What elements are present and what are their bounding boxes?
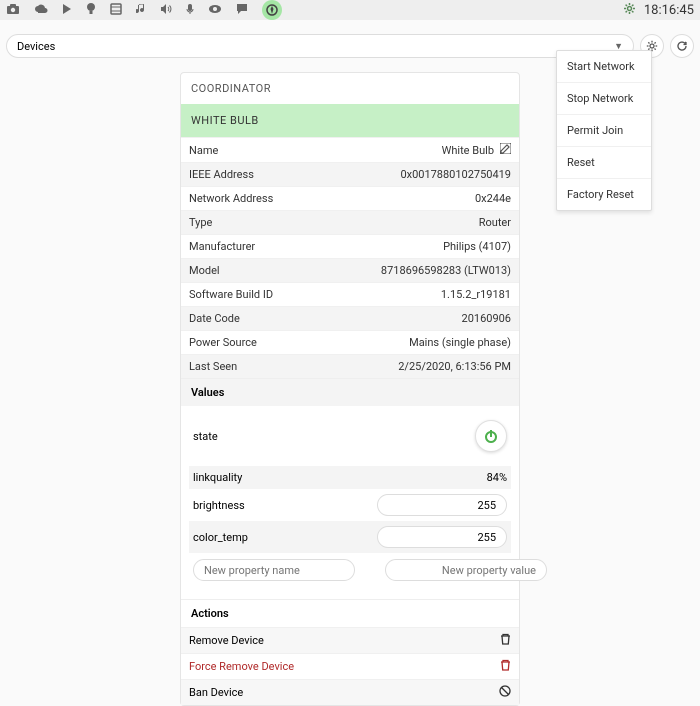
mic-icon[interactable] (186, 3, 194, 18)
prop-value: 8718696598283 (LTW013) (381, 264, 511, 277)
system-topbar: 18:16:45 (0, 0, 700, 20)
dropdown-start-network[interactable]: Start Network (557, 51, 651, 83)
brightness-input[interactable] (377, 494, 507, 516)
tray-icons (6, 0, 282, 20)
prop-label: Power Source (189, 336, 257, 349)
prop-label: Last Seen (189, 360, 237, 373)
new-property-name-input[interactable] (193, 559, 355, 581)
power-toggle[interactable] (475, 420, 507, 452)
prop-value: Mains (single phase) (409, 336, 511, 349)
prop-value: 2/25/2020, 6:13:56 PM (398, 360, 511, 373)
values-section: state linkquality 84% brightness color_te… (181, 406, 519, 599)
prop-value: 0x0017880102750419 (400, 168, 511, 181)
trash-icon[interactable] (500, 633, 511, 648)
dropdown-permit-join[interactable]: Permit Join (557, 115, 651, 147)
prop-label: Network Address (189, 192, 273, 205)
prop-value: 1.15.2_r19181 (441, 288, 511, 301)
prop-value: 20160906 (462, 312, 511, 325)
device-card: COORDINATOR WHITE BULB Name White Bulb IE… (180, 72, 520, 706)
prop-value: Philips (4107) (443, 240, 511, 253)
music-icon[interactable] (136, 3, 146, 18)
action-label[interactable]: Ban Device (189, 686, 243, 699)
prop-label: Name (189, 144, 218, 157)
prop-label: Type (189, 216, 212, 229)
new-property-value-input[interactable] (385, 559, 547, 581)
prop-value: Router (479, 216, 511, 229)
card-header: COORDINATOR (181, 73, 519, 104)
clock: 18:16:45 (644, 3, 694, 18)
refresh-button[interactable] (670, 34, 694, 58)
prop-label: Software Build ID (189, 288, 273, 301)
prop-label: Model (189, 264, 220, 277)
prop-label: Date Code (189, 312, 240, 325)
value-label: linkquality (193, 471, 242, 484)
action-label[interactable]: Force Remove Device (189, 660, 294, 673)
dropdown-reset[interactable]: Reset (557, 147, 651, 179)
prop-label: IEEE Address (189, 168, 254, 181)
volume-icon[interactable] (160, 3, 172, 18)
chat-icon[interactable] (236, 3, 248, 18)
ban-icon[interactable] (499, 685, 511, 700)
device-title: WHITE BULB (181, 104, 519, 137)
value-label: color_temp (193, 531, 248, 544)
camera-icon[interactable] (6, 3, 20, 18)
trash-icon[interactable] (500, 659, 511, 674)
dropdown-stop-network[interactable]: Stop Network (557, 83, 651, 115)
actions-list: Remove Device Force Remove Device Ban De… (181, 627, 519, 705)
values-header: Values (181, 378, 519, 406)
film-icon[interactable] (110, 3, 122, 18)
bulb-icon[interactable] (86, 2, 96, 19)
properties-list: Name White Bulb IEEE Address 0x00178801027… (181, 137, 519, 378)
compass-icon[interactable] (262, 0, 282, 20)
dropdown-factory-reset[interactable]: Factory Reset (557, 179, 651, 210)
prop-value: 0x244e (475, 192, 511, 205)
value-readout: 84% (487, 471, 507, 484)
value-label: state (193, 430, 218, 443)
cloud-icon[interactable] (34, 3, 48, 17)
value-label: brightness (193, 499, 245, 512)
play-icon[interactable] (62, 3, 72, 18)
devices-select[interactable]: Devices ▼ (6, 34, 634, 58)
edit-icon[interactable] (500, 143, 511, 157)
eye-icon[interactable] (208, 3, 222, 17)
devices-select-label: Devices (17, 40, 55, 53)
actions-header: Actions (181, 599, 519, 627)
action-label[interactable]: Remove Device (189, 634, 264, 647)
color-temp-input[interactable] (377, 526, 507, 548)
system-settings-icon[interactable] (623, 2, 636, 19)
prop-value: White Bulb (442, 144, 494, 157)
settings-dropdown: Start Network Stop Network Permit Join R… (556, 50, 652, 211)
prop-label: Manufacturer (189, 240, 255, 253)
